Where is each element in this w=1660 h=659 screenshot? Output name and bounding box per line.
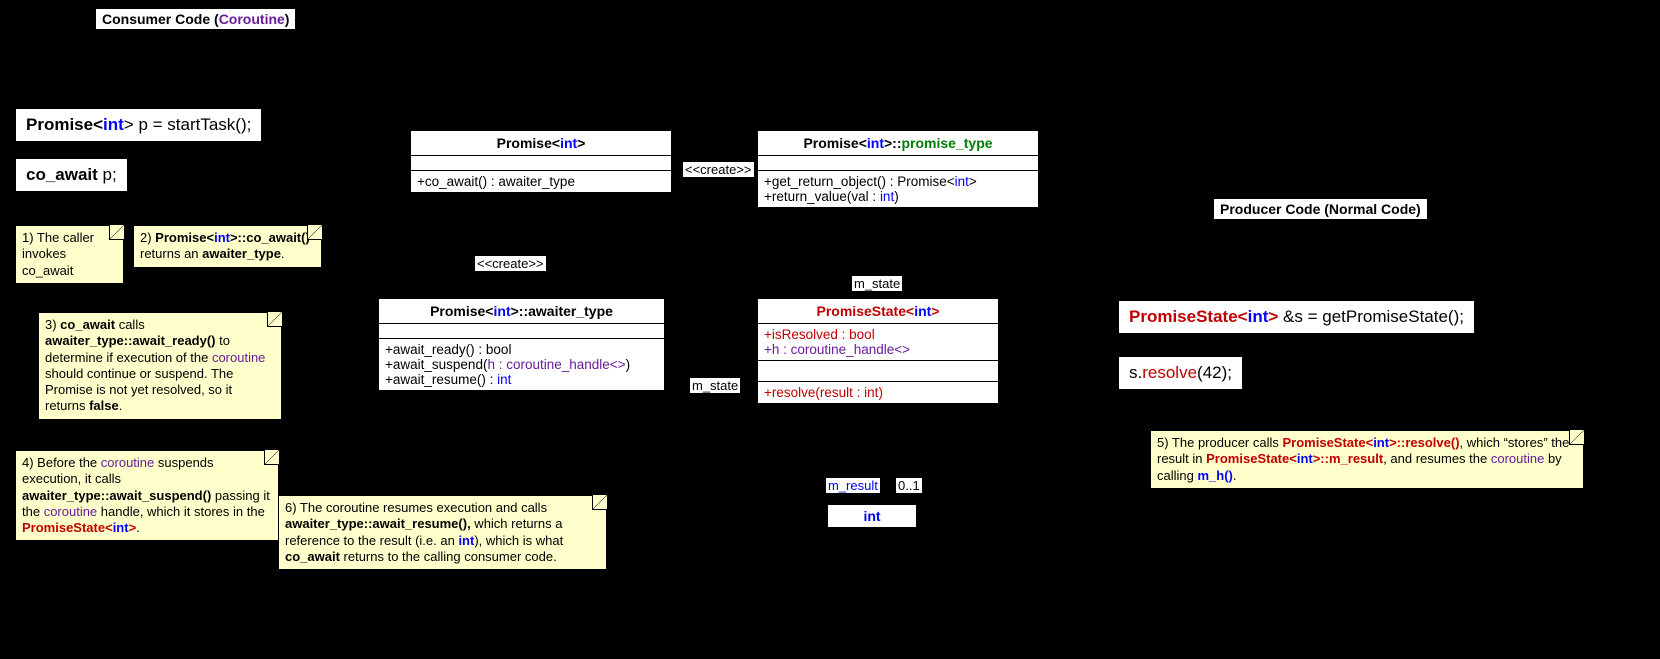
uml-promise: Promise<int> +co_await() : awaiter_type — [410, 130, 672, 193]
label-mstate: m_state — [852, 276, 902, 291]
producer-code-line2: s.resolve(42); — [1118, 356, 1243, 390]
note-3: 3) co_await calls awaiter_type::await_re… — [38, 312, 282, 420]
uml-promise-type: Promise<int>::promise_type +get_return_o… — [757, 130, 1039, 208]
uml-promise-state: PromiseState<int> +isResolved : bool +h … — [757, 298, 999, 404]
label-create: <<create>> — [683, 162, 754, 177]
label-mstate: m_state — [690, 378, 740, 393]
text: Consumer Code ( — [102, 11, 219, 27]
text: ) — [285, 11, 290, 27]
note-2: 2) Promise<int>::co_await() returns an a… — [133, 225, 322, 268]
uml-title: PromiseState<int> — [758, 299, 998, 324]
label-create: <<create>> — [475, 256, 546, 271]
uml-ops: +co_await() : awaiter_type — [411, 171, 671, 192]
consumer-code-line1: Promise<int> p = startTask(); — [15, 108, 262, 142]
uml-title: Promise<int>::promise_type — [758, 131, 1038, 156]
uml-ops: +get_return_object() : Promise<int> +ret… — [758, 171, 1038, 207]
label-multiplicity: 0..1 — [896, 478, 922, 493]
uml-attrs — [758, 156, 1038, 171]
uml-awaiter: Promise<int>::awaiter_type +await_ready(… — [378, 298, 665, 391]
consumer-header: Consumer Code (Coroutine) — [95, 8, 296, 30]
uml-attrs — [379, 324, 664, 339]
uml-attrs — [411, 156, 671, 171]
producer-header: Producer Code (Normal Code) — [1213, 198, 1428, 220]
uml-ops: +resolve(result : int) — [758, 382, 998, 403]
label-mresult: m_result — [826, 478, 880, 493]
uml-title: Promise<int>::awaiter_type — [379, 299, 664, 324]
note-6: 6) The coroutine resumes execution and c… — [278, 495, 607, 570]
text: Producer Code (Normal Code) — [1220, 201, 1421, 217]
uml-title: Promise<int> — [411, 131, 671, 156]
note-1: 1) The caller invokes co_await — [15, 225, 124, 284]
uml-empty — [758, 361, 998, 382]
producer-code-line1: PromiseState<int> &s = getPromiseState()… — [1118, 300, 1475, 334]
uml-int-box: int — [827, 504, 917, 528]
consumer-code-line2: co_await p; — [15, 158, 128, 192]
text: Coroutine — [219, 11, 285, 27]
diagram-stage: Consumer Code (Coroutine) Producer Code … — [0, 0, 1660, 659]
note-4: 4) Before the coroutine suspends executi… — [15, 450, 279, 541]
uml-attrs: +isResolved : bool +h : coroutine_handle… — [758, 324, 998, 361]
uml-ops: +await_ready() : bool +await_suspend(h :… — [379, 339, 664, 390]
note-5: 5) The producer calls PromiseState<int>:… — [1150, 430, 1584, 489]
